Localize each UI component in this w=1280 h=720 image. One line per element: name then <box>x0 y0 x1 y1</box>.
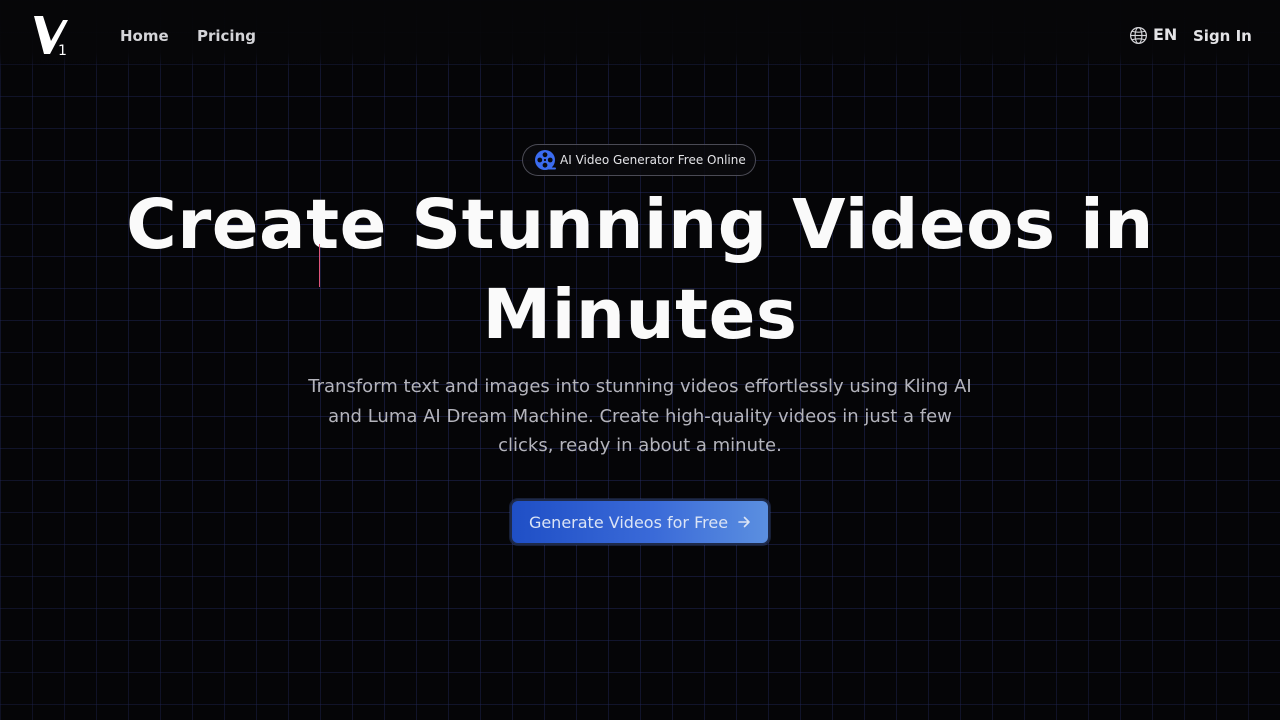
nav-link-home[interactable]: Home <box>120 26 169 46</box>
background-vignette <box>0 0 1280 720</box>
globe-icon <box>1129 26 1148 44</box>
svg-text:1: 1 <box>58 43 67 58</box>
logo[interactable]: 1 <box>32 14 72 59</box>
page: 1 Home Pricing EN Sign In AI Video Gener… <box>0 0 1280 720</box>
hero-badge[interactable]: AI Video Generator Free Online <box>522 144 756 176</box>
language-selector[interactable]: EN <box>1129 24 1177 46</box>
arrow-right-icon <box>738 516 750 528</box>
badge-label: AI Video Generator Free Online <box>560 153 746 167</box>
nav-link-pricing[interactable]: Pricing <box>197 26 256 46</box>
top-navbar: 1 Home Pricing EN Sign In <box>0 0 1280 70</box>
generate-videos-button[interactable]: Generate Videos for Free <box>510 499 770 545</box>
hero-headline: Create Stunning Videos in Minutes <box>126 185 1154 355</box>
logo-mark-icon: 1 <box>34 16 68 59</box>
text-cursor <box>319 244 320 287</box>
sign-in-button[interactable]: Sign In <box>1193 26 1252 46</box>
cta-label: Generate Videos for Free <box>528 512 729 532</box>
hero-subtitle: Transform text and images into stunning … <box>308 376 972 457</box>
language-label: EN <box>1153 25 1178 44</box>
film-reel-icon <box>535 150 556 170</box>
